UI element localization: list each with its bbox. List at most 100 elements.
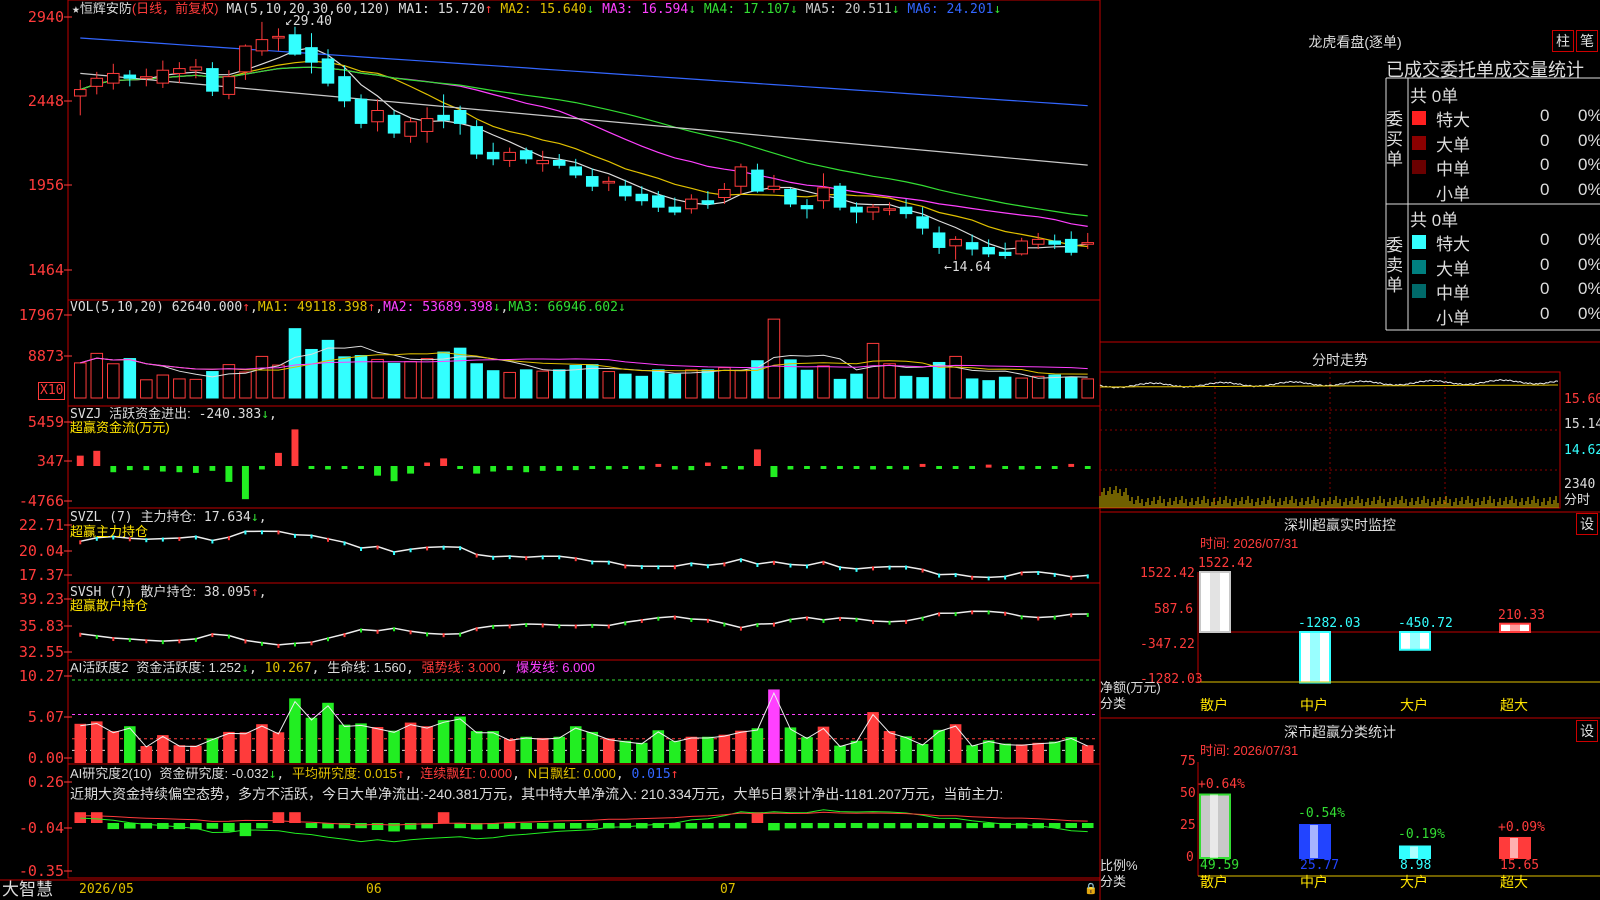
- volume-bar[interactable]: [552, 369, 566, 399]
- ai1-bar[interactable]: [470, 731, 483, 763]
- volume-bar[interactable]: [585, 364, 599, 399]
- volume-bar[interactable]: [73, 362, 87, 399]
- ai1-bar[interactable]: [338, 724, 351, 763]
- candle-body[interactable]: [800, 205, 814, 210]
- candle-body[interactable]: [1031, 238, 1045, 245]
- volume-bar[interactable]: [140, 379, 153, 399]
- svzj-bar[interactable]: [209, 466, 216, 471]
- svzj-bar[interactable]: [325, 466, 331, 470]
- volume-bar[interactable]: [1031, 375, 1045, 399]
- volume-bar[interactable]: [107, 363, 120, 399]
- volume-bar[interactable]: [800, 369, 814, 399]
- volume-bar[interactable]: [949, 355, 962, 399]
- volume-bar[interactable]: [453, 347, 467, 399]
- candle-body[interactable]: [503, 151, 516, 161]
- svzj-bar[interactable]: [738, 466, 744, 470]
- candle-body[interactable]: [965, 242, 979, 250]
- volume-bar[interactable]: [387, 362, 401, 399]
- volume-bar[interactable]: [1064, 376, 1078, 399]
- ai2-bar[interactable]: [1081, 823, 1094, 829]
- ai2-bar[interactable]: [124, 823, 136, 829]
- ai1-bar[interactable]: [586, 731, 599, 763]
- candle-body[interactable]: [850, 206, 863, 213]
- szmon-settings-button[interactable]: 设: [1576, 513, 1598, 535]
- ai1-bar[interactable]: [1032, 742, 1044, 763]
- svzj-bar[interactable]: [1068, 463, 1075, 467]
- ai2-bar[interactable]: [702, 823, 714, 829]
- volume-bar[interactable]: [1048, 374, 1061, 399]
- svzj-bar[interactable]: [1084, 466, 1091, 469]
- candle-body[interactable]: [107, 72, 120, 84]
- ai1-bar[interactable]: [966, 745, 978, 763]
- ai2-bar[interactable]: [768, 823, 780, 831]
- svzj-bar[interactable]: [159, 466, 166, 472]
- volume-bar[interactable]: [734, 369, 748, 399]
- stroke-toggle-button[interactable]: 笔: [1576, 30, 1598, 52]
- candle-body[interactable]: [784, 188, 797, 205]
- candle-body[interactable]: [371, 110, 384, 123]
- ai1-bar[interactable]: [949, 724, 962, 763]
- svzj-bar[interactable]: [506, 466, 513, 471]
- ai2-bar[interactable]: [949, 823, 962, 829]
- svzj-bar[interactable]: [870, 466, 876, 470]
- svzj-bar[interactable]: [589, 466, 596, 469]
- ai1-bar[interactable]: [569, 726, 582, 763]
- volume-bar[interactable]: [222, 364, 236, 399]
- candle-body[interactable]: [585, 176, 599, 187]
- ai1-bar[interactable]: [371, 727, 384, 763]
- volume-bar[interactable]: [619, 373, 632, 399]
- svzj-bar[interactable]: [126, 466, 133, 471]
- bar-toggle-button[interactable]: 柱: [1552, 30, 1574, 52]
- candle-body[interactable]: [652, 195, 665, 208]
- ai1-bar[interactable]: [718, 734, 731, 763]
- volume-bar[interactable]: [1015, 377, 1028, 399]
- ai1-bar[interactable]: [404, 722, 417, 763]
- volume-bar[interactable]: [371, 358, 384, 399]
- svzj-bar[interactable]: [886, 466, 893, 469]
- candle-body[interactable]: [916, 216, 929, 229]
- candle-body[interactable]: [635, 193, 649, 202]
- candle-body[interactable]: [569, 166, 583, 176]
- volume-bar[interactable]: [850, 373, 863, 399]
- volume-bar[interactable]: [883, 363, 896, 399]
- svzj-bar[interactable]: [76, 455, 84, 466]
- ai2-bar[interactable]: [982, 823, 995, 828]
- main-chart-area[interactable]: 2940 2448 1956 1464 17967 8873 5459 347 -4766 22.…: [0, 0, 1600, 900]
- volume-bar[interactable]: [486, 370, 500, 399]
- volume-bar[interactable]: [536, 370, 549, 399]
- svzj-bar[interactable]: [225, 466, 233, 482]
- svzj-bar[interactable]: [556, 466, 563, 471]
- ai1-bar[interactable]: [190, 745, 202, 763]
- candle-body[interactable]: [619, 185, 632, 197]
- ai2-bar[interactable]: [223, 823, 235, 832]
- svzj-bar[interactable]: [770, 466, 778, 478]
- szcls-settings-button[interactable]: 设: [1576, 720, 1598, 742]
- candle-body[interactable]: [701, 200, 715, 205]
- ai2-bar[interactable]: [586, 823, 599, 829]
- svzj-bar[interactable]: [572, 466, 579, 471]
- ai2-bar[interactable]: [305, 823, 318, 829]
- candle-body[interactable]: [486, 151, 500, 160]
- ai2-bar[interactable]: [867, 823, 879, 829]
- svzj-bar[interactable]: [259, 466, 265, 470]
- candle-body[interactable]: [272, 35, 285, 39]
- svzj-bar[interactable]: [93, 450, 101, 466]
- svzj-bar[interactable]: [241, 466, 249, 500]
- candle-body[interactable]: [470, 126, 483, 155]
- ai2-bar[interactable]: [569, 823, 582, 829]
- candle-body[interactable]: [932, 232, 946, 248]
- ai1-bar[interactable]: [883, 731, 896, 763]
- volume-bar[interactable]: [404, 361, 417, 399]
- ai2-bar[interactable]: [74, 812, 87, 823]
- ai1-bar[interactable]: [999, 743, 1011, 763]
- svzj-bar[interactable]: [903, 466, 909, 470]
- volume-bar[interactable]: [519, 369, 533, 399]
- ai1-bar[interactable]: [454, 716, 466, 763]
- svzj-bar[interactable]: [473, 466, 481, 474]
- candle-body[interactable]: [255, 39, 269, 52]
- ai1-bar[interactable]: [239, 732, 252, 763]
- ai1-bar[interactable]: [602, 738, 615, 763]
- lock-icon[interactable]: 🔒: [1084, 881, 1098, 897]
- svzj-bar[interactable]: [936, 466, 942, 469]
- ai2-bar[interactable]: [916, 823, 929, 829]
